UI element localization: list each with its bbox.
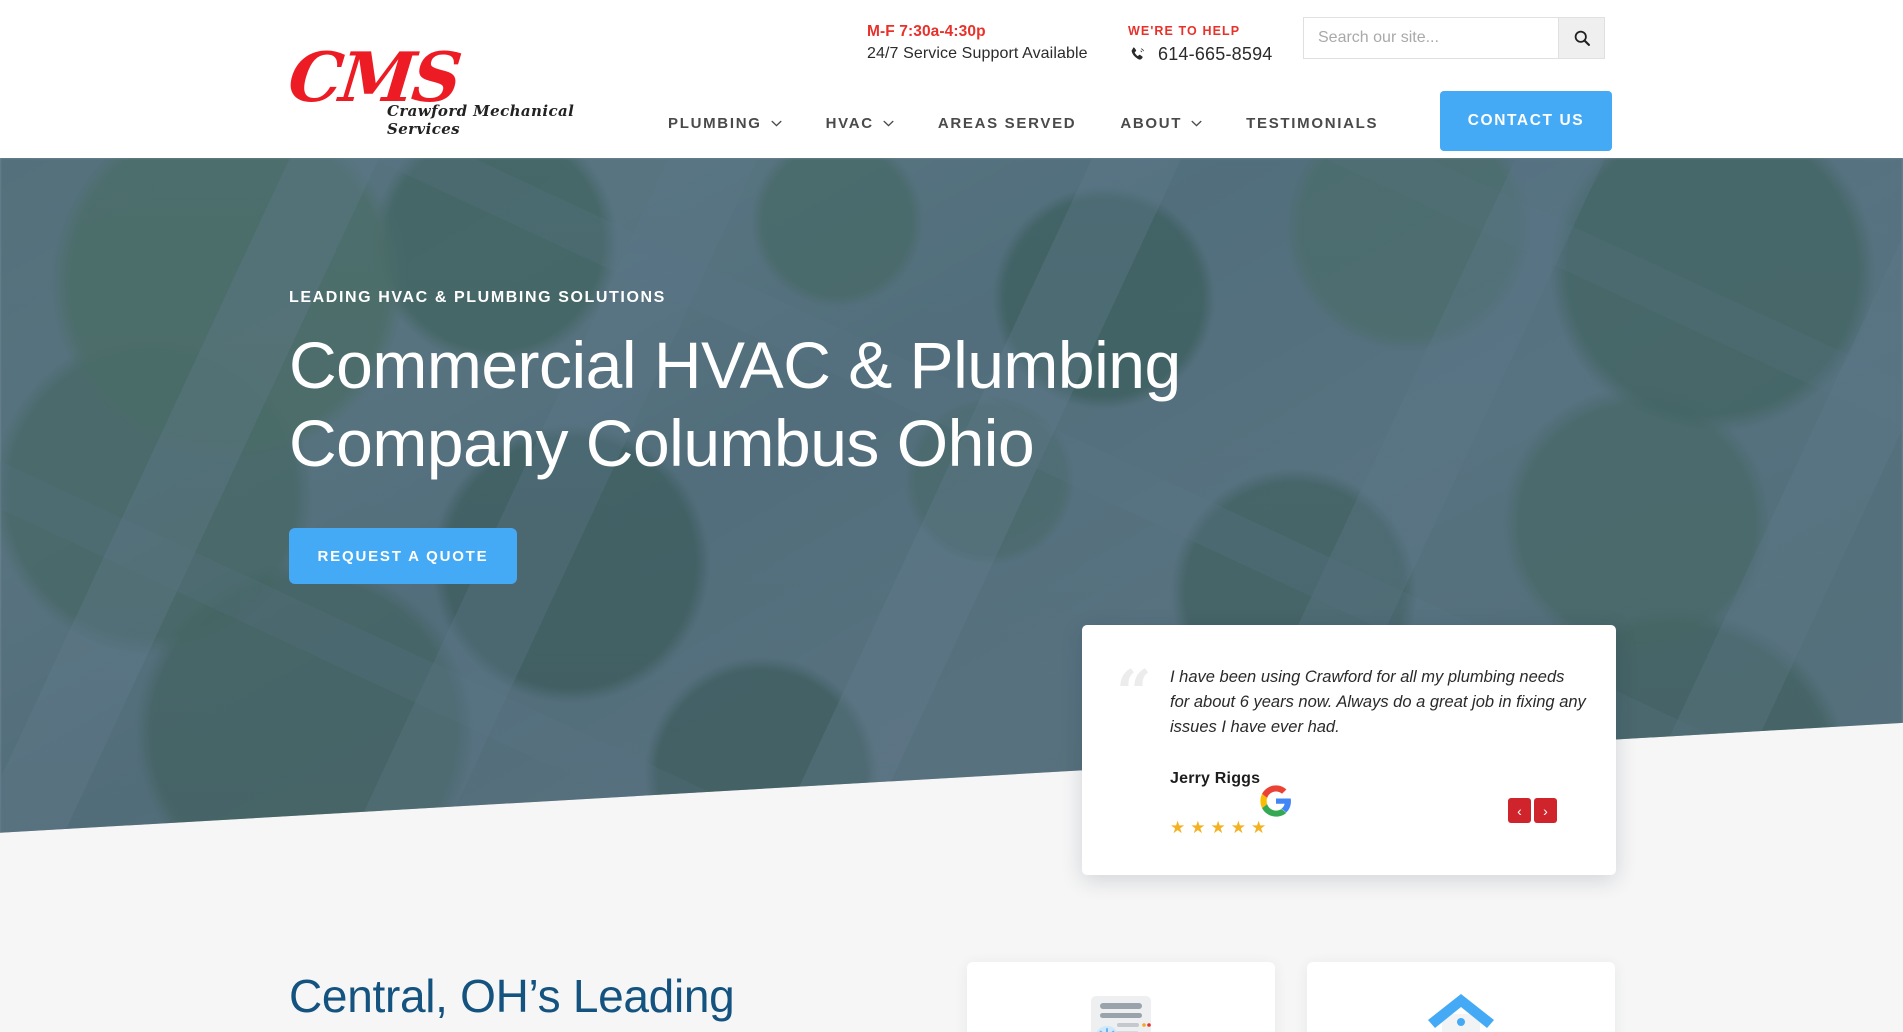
request-a-quote-button[interactable]: REQUEST A QUOTE — [289, 528, 517, 584]
star-icon: ★ — [1230, 818, 1246, 837]
star-icon: ★ — [1251, 818, 1267, 837]
star-icon: ★ — [1210, 818, 1226, 837]
nav-item-plumbing[interactable]: PLUMBING — [660, 115, 804, 132]
section-heading: Central, OH’s Leading — [289, 970, 735, 1022]
testimonial-quote: I have been using Crawford for all my pl… — [1170, 668, 1586, 736]
page-root: CMS Crawford Mechanical Services M-F 7:3… — [0, 0, 1903, 1032]
site-logo[interactable]: CMS Crawford Mechanical Services — [284, 38, 589, 138]
house-icon — [1428, 994, 1494, 1032]
hours-sublabel: 24/7 Service Support Available — [867, 45, 1088, 62]
service-card-hvac[interactable] — [967, 962, 1275, 1032]
contact-us-button[interactable]: CONTACT US — [1440, 91, 1612, 151]
search-icon — [1574, 30, 1590, 46]
hero-eyebrow: LEADING HVAC & PLUMBING SOLUTIONS — [289, 289, 666, 306]
carousel-prev-button[interactable]: ‹ — [1508, 798, 1531, 823]
nav-item-testimonials[interactable]: TESTIMONIALS — [1224, 115, 1400, 132]
logo-mark: CMS — [284, 38, 463, 118]
search-box[interactable] — [1303, 17, 1559, 59]
main-navigation: PLUMBING HVAC AREAS SERVED ABOUT TESTIMO… — [660, 95, 1400, 151]
star-icon: ★ — [1170, 818, 1186, 837]
google-logo-icon — [1260, 785, 1291, 817]
nav-item-areas-served[interactable]: AREAS SERVED — [916, 115, 1099, 132]
nav-label: AREAS SERVED — [937, 114, 1077, 132]
quote-mark-icon: “ — [1116, 656, 1152, 729]
nav-label: TESTIMONIALS — [1246, 114, 1379, 132]
testimonial-carousel-controls: ‹ › — [1508, 798, 1557, 823]
hours-label: M-F 7:30a-4:30p — [867, 23, 986, 40]
service-card-residential[interactable] — [1307, 962, 1615, 1032]
search-input[interactable] — [1304, 18, 1558, 58]
nav-label: PLUMBING — [668, 114, 762, 132]
rating-stars: ★ ★ ★ ★ ★ — [1170, 819, 1266, 836]
chevron-down-icon — [771, 120, 782, 127]
hero-title-line-1: Commercial HVAC & Plumbing — [289, 328, 1181, 402]
nav-item-about[interactable]: ABOUT — [1098, 115, 1224, 132]
carousel-next-button[interactable]: › — [1534, 798, 1557, 823]
phone-number[interactable]: 614-665-8594 — [1158, 44, 1273, 65]
nav-label: HVAC — [825, 114, 874, 132]
site-header: CMS Crawford Mechanical Services M-F 7:3… — [0, 0, 1903, 158]
hero-content: LEADING HVAC & PLUMBING SOLUTIONS Commer… — [289, 288, 1349, 584]
hero-title-line-2: Company Columbus Ohio — [289, 406, 1035, 480]
chevron-down-icon — [1191, 120, 1202, 127]
search-button[interactable] — [1559, 17, 1605, 59]
phone-icon — [1131, 47, 1144, 60]
chevron-down-icon — [883, 120, 894, 127]
business-hours: M-F 7:30a-4:30p 24/7 Service Support Ava… — [867, 22, 1097, 65]
nav-item-hvac[interactable]: HVAC — [804, 115, 916, 132]
hero-title: Commercial HVAC & Plumbing Company Colum… — [289, 326, 1349, 482]
testimonial-author: Jerry Riggs — [1170, 770, 1261, 787]
ac-unit-icon — [1091, 996, 1151, 1032]
services-section: Central, OH’s Leading — [0, 858, 1903, 1032]
star-icon: ★ — [1190, 818, 1206, 837]
nav-label: ABOUT — [1120, 114, 1183, 132]
testimonial-card: “ I have been using Crawford for all my … — [1082, 625, 1616, 875]
